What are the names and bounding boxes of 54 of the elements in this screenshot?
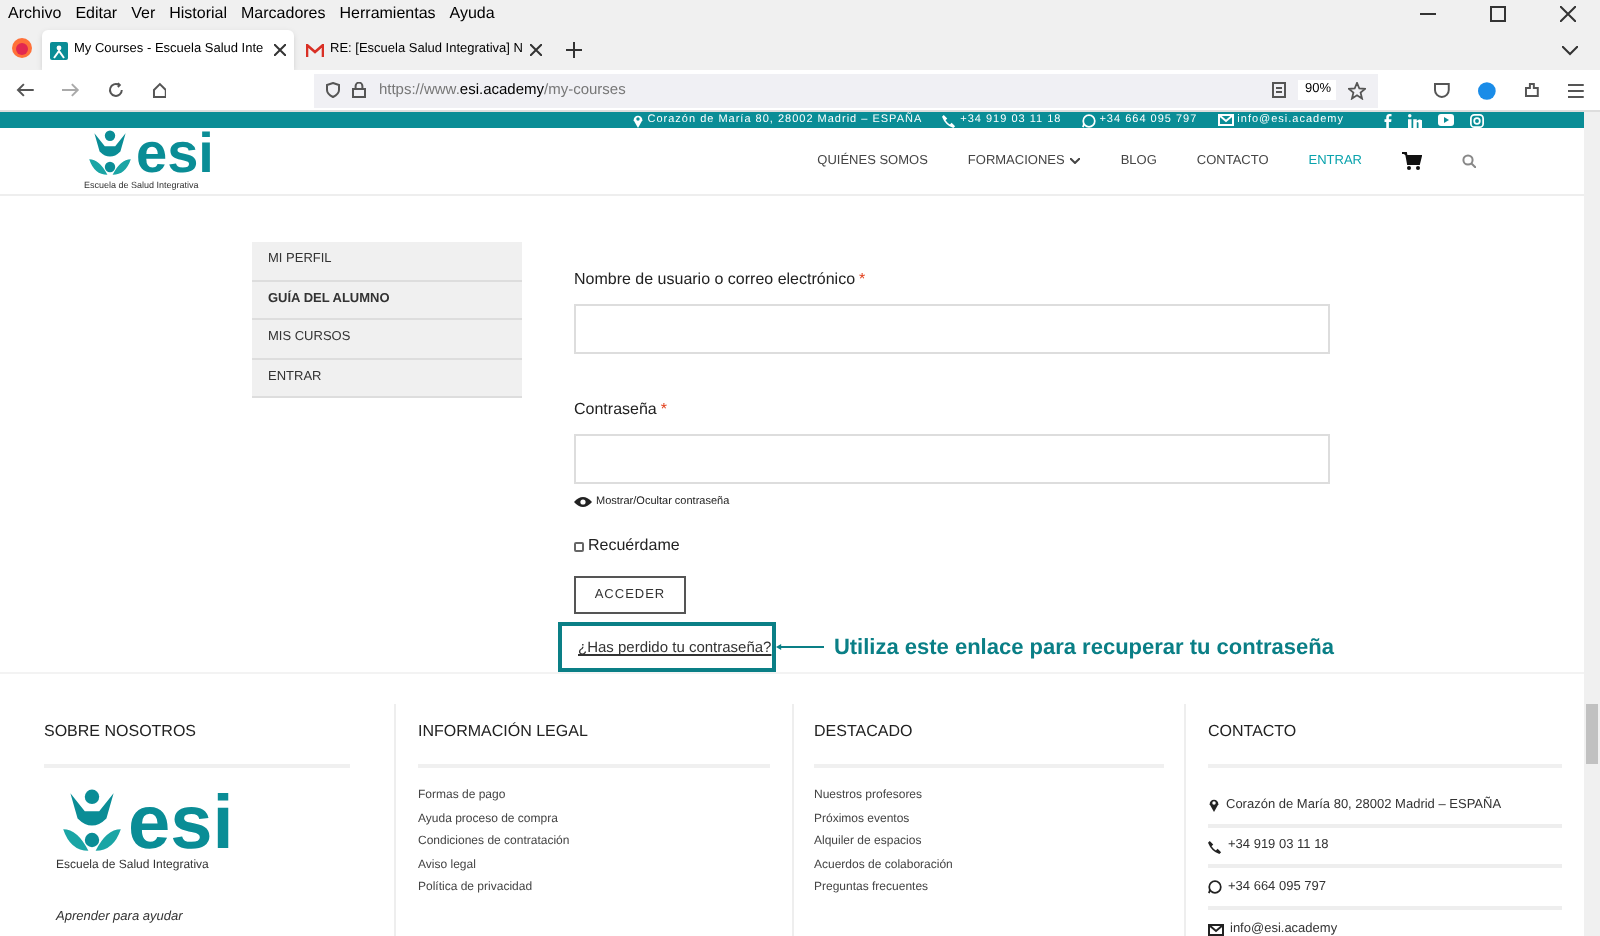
menu-item[interactable]: Ayuda xyxy=(449,1,495,25)
search-icon[interactable] xyxy=(1462,154,1476,169)
linkedin-icon[interactable] xyxy=(1408,113,1422,128)
star-icon[interactable] xyxy=(1348,81,1367,99)
instagram-icon[interactable] xyxy=(1470,113,1484,128)
menu-item[interactable]: Archivo xyxy=(8,1,62,25)
username-field[interactable] xyxy=(574,304,1330,354)
password-field[interactable] xyxy=(574,434,1330,484)
footer-heading: INFORMACIÓN LEGAL xyxy=(418,722,588,741)
new-tab-icon[interactable] xyxy=(566,42,582,58)
footer-heading: CONTACTO xyxy=(1208,722,1297,741)
menu-item[interactable]: Marcadores xyxy=(241,1,326,25)
puzzle-icon[interactable] xyxy=(1524,82,1541,98)
envelope-icon xyxy=(1208,924,1224,936)
home-icon[interactable] xyxy=(151,82,167,98)
lock-icon xyxy=(352,82,367,98)
menu-item[interactable]: Herramientas xyxy=(339,1,436,25)
required-mark: * xyxy=(859,268,866,292)
youtube-icon[interactable] xyxy=(1438,114,1454,127)
scrollbar[interactable] xyxy=(1584,112,1600,936)
whatsapp-icon xyxy=(1208,880,1222,894)
menu-item[interactable]: Historial xyxy=(169,1,228,25)
extension-icon[interactable] xyxy=(1478,81,1497,99)
field-label: Contraseña xyxy=(574,398,657,422)
remember-checkbox[interactable] xyxy=(574,541,584,552)
menu-icon[interactable] xyxy=(1568,83,1584,97)
site-icon xyxy=(50,41,68,59)
menu-item[interactable]: Ver xyxy=(131,1,156,25)
logo-wordmark[interactable]: esi xyxy=(136,128,214,181)
chevron-down-icon[interactable] xyxy=(1562,46,1578,56)
pocket-icon[interactable] xyxy=(1434,82,1451,98)
location-pin-icon xyxy=(1208,798,1220,812)
close-icon[interactable] xyxy=(1560,5,1576,21)
close-tab-icon[interactable] xyxy=(274,44,286,56)
cart-icon[interactable] xyxy=(1402,152,1422,171)
maximize-icon[interactable] xyxy=(1490,5,1506,21)
footer-heading: SOBRE NOSOTROS xyxy=(44,722,197,741)
annotation-text: Utiliza este enlace para recuperar tu contraseña xyxy=(833,633,1334,663)
mail-icon xyxy=(306,43,324,57)
remember-label: Recuérdame xyxy=(588,534,680,559)
required-mark: * xyxy=(660,398,667,422)
close-tab-icon[interactable] xyxy=(530,44,542,56)
menu-item[interactable]: Editar xyxy=(75,1,118,25)
facebook-icon[interactable] xyxy=(1384,113,1392,128)
shield-icon xyxy=(326,82,341,98)
eye-icon xyxy=(574,496,592,509)
logo-wordmark[interactable]: esi xyxy=(128,790,234,859)
field-label: Nombre de usuario o correo electrónico xyxy=(574,268,856,292)
browser-logo-icon[interactable] xyxy=(12,38,32,58)
reload-icon[interactable] xyxy=(107,82,124,98)
back-icon[interactable] xyxy=(16,82,34,98)
reader-view-icon[interactable] xyxy=(1272,82,1287,98)
footer-heading: DESTACADO xyxy=(814,722,913,741)
phone-icon xyxy=(1208,839,1222,853)
